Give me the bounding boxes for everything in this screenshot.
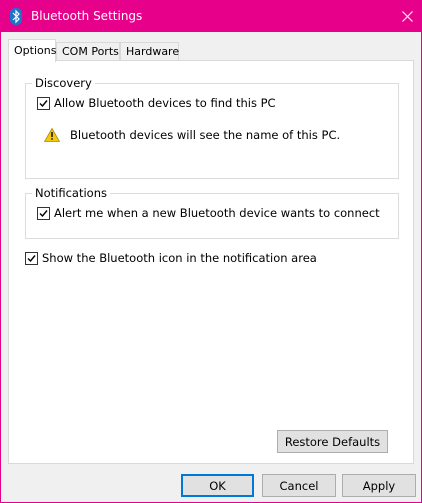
ok-button[interactable]: OK [181,474,254,497]
allow-discovery-label: Allow Bluetooth devices to find this PC [54,96,276,110]
close-button[interactable] [393,1,421,32]
tab-options[interactable]: Options [8,39,56,62]
show-icon-label: Show the Bluetooth icon in the notificat… [42,251,317,265]
alert-label: Alert me when a new Bluetooth device wan… [54,206,380,220]
warning-icon [44,128,60,142]
discovery-warning: Bluetooth devices will see the name of t… [44,128,340,142]
tab-com-ports[interactable]: COM Ports [56,42,120,61]
checkmark-icon [27,254,36,262]
warning-text: Bluetooth devices will see the name of t… [70,128,341,142]
discovery-group: Discovery Allow Bluetooth devices to fin… [25,76,399,179]
bluetooth-settings-window: Bluetooth Settings Options COM Ports Har… [0,0,422,503]
options-tab-page: Discovery Allow Bluetooth devices to fin… [8,60,414,464]
window-title: Bluetooth Settings [31,9,143,23]
bluetooth-icon [10,8,22,25]
checkmark-icon [39,209,48,217]
tab-hardware[interactable]: Hardware [120,42,179,61]
alert-checkbox[interactable] [37,206,50,220]
show-icon-checkbox[interactable] [25,251,38,265]
cancel-button[interactable]: Cancel [262,474,336,497]
restore-defaults-button[interactable]: Restore Defaults [277,430,388,453]
discovery-legend: Discovery [32,76,95,90]
allow-discovery-checkbox[interactable] [37,96,50,110]
close-icon [401,11,413,22]
show-icon-checkbox-row[interactable]: Show the Bluetooth icon in the notificat… [25,251,317,265]
allow-discovery-checkbox-row[interactable]: Allow Bluetooth devices to find this PC [37,96,276,110]
apply-button[interactable]: Apply [342,474,416,497]
notifications-legend: Notifications [32,186,110,200]
checkmark-icon [39,99,48,107]
notifications-group: Notifications Alert me when a new Blueto… [25,186,399,239]
alert-checkbox-row[interactable]: Alert me when a new Bluetooth device wan… [37,206,380,220]
title-bar[interactable]: Bluetooth Settings [1,1,421,32]
